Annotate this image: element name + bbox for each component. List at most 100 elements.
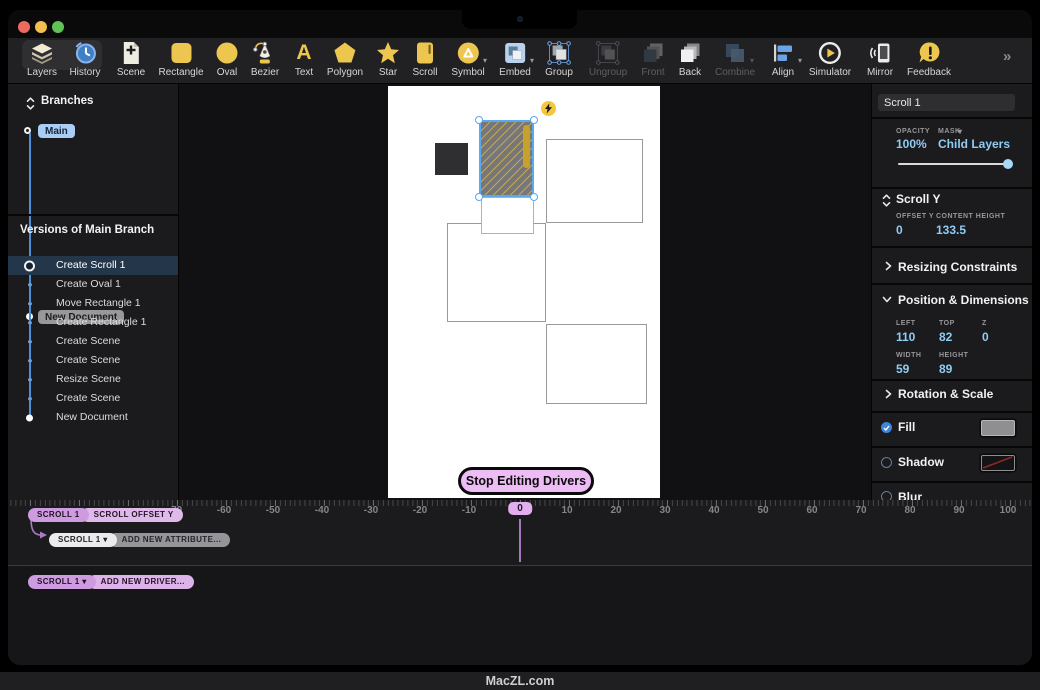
- feedback-icon: [916, 40, 942, 66]
- version-row[interactable]: Create Scene: [8, 332, 178, 351]
- driver-bolt-badge[interactable]: [541, 101, 556, 116]
- ruler-tick: -30: [364, 505, 378, 516]
- fill-color-swatch[interactable]: [981, 420, 1015, 436]
- top-value[interactable]: 82: [939, 330, 952, 344]
- toolbar-item-label: Simulator: [809, 67, 851, 78]
- main-area: Branches Main New Document Versions of M…: [8, 84, 1032, 500]
- toolbar-item-star[interactable]: Star: [375, 40, 401, 78]
- toolbar-item-label: Oval: [214, 67, 240, 78]
- toolbar-item-align[interactable]: ▾ Align: [770, 40, 796, 78]
- divider: [872, 411, 1032, 413]
- fill-enabled-checkbox[interactable]: [881, 422, 892, 433]
- toolbar-item-scroll[interactable]: Scroll: [412, 40, 438, 78]
- height-value[interactable]: 89: [939, 362, 952, 376]
- version-row[interactable]: Create Oval 1: [8, 275, 178, 294]
- history-icon: [72, 40, 98, 66]
- toolbar-item-symbol[interactable]: ▾ Symbol: [451, 40, 484, 78]
- ruler-tick: -10: [462, 505, 476, 516]
- resizing-constraints-section[interactable]: Resizing Constraints: [898, 260, 1017, 274]
- toolbar-item-label: Align: [770, 67, 796, 78]
- content-height-value[interactable]: 133.5: [936, 223, 966, 237]
- attribute-pill[interactable]: SCROLL OFFSET Y: [81, 508, 183, 522]
- toolbar-item-label: Rectangle: [158, 67, 203, 78]
- inspector-panel: OPACITY MASK ▾ 100% Child Layers Scroll …: [871, 84, 1032, 500]
- mask-value[interactable]: Child Layers: [938, 137, 1010, 151]
- version-row[interactable]: Create Scroll 1: [8, 256, 178, 275]
- zoom-window-button[interactable]: [52, 21, 64, 33]
- scroll-sort-icon[interactable]: [882, 194, 891, 207]
- version-row[interactable]: Move Rectangle 1: [8, 294, 178, 313]
- toolbar-item-layers[interactable]: Layers: [27, 40, 57, 78]
- selection-handle[interactable]: [475, 193, 483, 201]
- dark-rectangle-layer[interactable]: [435, 143, 468, 175]
- layer-name-input[interactable]: [878, 94, 1015, 111]
- driver-layer-pill[interactable]: SCROLL 1 ▾: [49, 533, 117, 547]
- width-value[interactable]: 59: [896, 362, 909, 376]
- simulator-icon: [817, 40, 843, 66]
- toolbar-item-label: History: [69, 67, 100, 78]
- watermark: MacZL.com: [486, 674, 555, 688]
- version-row[interactable]: Create Scene: [8, 389, 178, 408]
- scroll-section-title[interactable]: Scroll Y: [896, 192, 940, 206]
- add-new-driver-button[interactable]: ADD NEW DRIVER...: [88, 575, 194, 589]
- z-value[interactable]: 0: [982, 330, 989, 344]
- version-row[interactable]: New Document: [8, 408, 178, 427]
- toolbar-item-polygon[interactable]: Polygon: [327, 40, 363, 78]
- toolbar-item-back[interactable]: Back: [677, 40, 703, 78]
- branch-head-node[interactable]: [24, 127, 31, 134]
- blur-enabled-checkbox[interactable]: [881, 491, 892, 500]
- scene-canvas[interactable]: Stop Editing Drivers: [388, 86, 660, 498]
- toolbar-item-rectangle[interactable]: Rectangle: [158, 40, 203, 78]
- toolbar-item-group[interactable]: Group: [545, 40, 573, 78]
- selected-scroll-layer[interactable]: [479, 120, 534, 197]
- toolbar-item-mirror[interactable]: Mirror: [867, 40, 893, 78]
- version-row[interactable]: Create Scene: [8, 351, 178, 370]
- opacity-slider-track[interactable]: [898, 163, 1012, 165]
- shadow-section[interactable]: Shadow: [898, 455, 944, 469]
- toolbar-item-label: Polygon: [327, 67, 363, 78]
- toolbar-item-text[interactable]: A Text: [291, 40, 317, 78]
- ruler-tick: 40: [708, 505, 719, 516]
- rotation-scale-section[interactable]: Rotation & Scale: [898, 387, 993, 401]
- toolbar-item-feedback[interactable]: Feedback: [907, 40, 951, 78]
- stop-editing-drivers-button[interactable]: Stop Editing Drivers: [458, 467, 594, 495]
- outline-rectangle-layer[interactable]: [546, 324, 647, 404]
- layer-pill[interactable]: SCROLL 1: [28, 508, 89, 522]
- minimize-window-button[interactable]: [35, 21, 47, 33]
- blur-section[interactable]: Blur: [898, 490, 922, 500]
- position-dimensions-section[interactable]: Position & Dimensions: [898, 293, 1029, 307]
- version-row[interactable]: Resize Scene: [8, 370, 178, 389]
- branches-sort-icon[interactable]: [26, 97, 35, 110]
- toolbar-item-oval[interactable]: Oval: [214, 40, 240, 78]
- ruler-tick: -20: [413, 505, 427, 516]
- selection-handle[interactable]: [530, 193, 538, 201]
- toolbar-item-simulator[interactable]: Simulator: [809, 40, 851, 78]
- left-value[interactable]: 110: [896, 330, 915, 344]
- outline-rectangle-layer[interactable]: [546, 139, 643, 223]
- branch-pill-main[interactable]: Main: [38, 124, 75, 138]
- toolbar-item-history[interactable]: History: [69, 40, 100, 78]
- outline-rectangle-layer[interactable]: [447, 223, 546, 322]
- ruler-tick: 90: [953, 505, 964, 516]
- driver-row-layer-pill[interactable]: SCROLL 1 ▾: [28, 575, 96, 589]
- toolbar-item-embed[interactable]: ▾ Embed: [499, 40, 531, 78]
- text-icon: A: [291, 40, 317, 66]
- toolbar-overflow-chevron[interactable]: »: [1003, 48, 1011, 65]
- chevron-down-icon: ▾: [750, 56, 754, 65]
- fill-section[interactable]: Fill: [898, 420, 915, 434]
- opacity-value[interactable]: 100%: [896, 137, 927, 151]
- selection-handle[interactable]: [475, 116, 483, 124]
- opacity-slider-knob[interactable]: [1003, 159, 1013, 169]
- selection-handle[interactable]: [530, 116, 538, 124]
- mask-caret-icon[interactable]: ▾: [958, 127, 963, 136]
- add-new-attribute-button[interactable]: ADD NEW ATTRIBUTE...: [109, 533, 231, 547]
- toolbar-item-bezier[interactable]: Bezier: [251, 40, 279, 78]
- version-row[interactable]: Create Rectangle 1: [8, 313, 178, 332]
- shadow-enabled-checkbox[interactable]: [881, 457, 892, 468]
- shadow-color-swatch[interactable]: [981, 455, 1015, 471]
- offset-y-value[interactable]: 0: [896, 223, 903, 237]
- playhead[interactable]: 0: [508, 502, 532, 515]
- toolbar-item-scene[interactable]: Scene: [117, 40, 145, 78]
- toolbar-item-label: Front: [640, 67, 666, 78]
- close-window-button[interactable]: [18, 21, 30, 33]
